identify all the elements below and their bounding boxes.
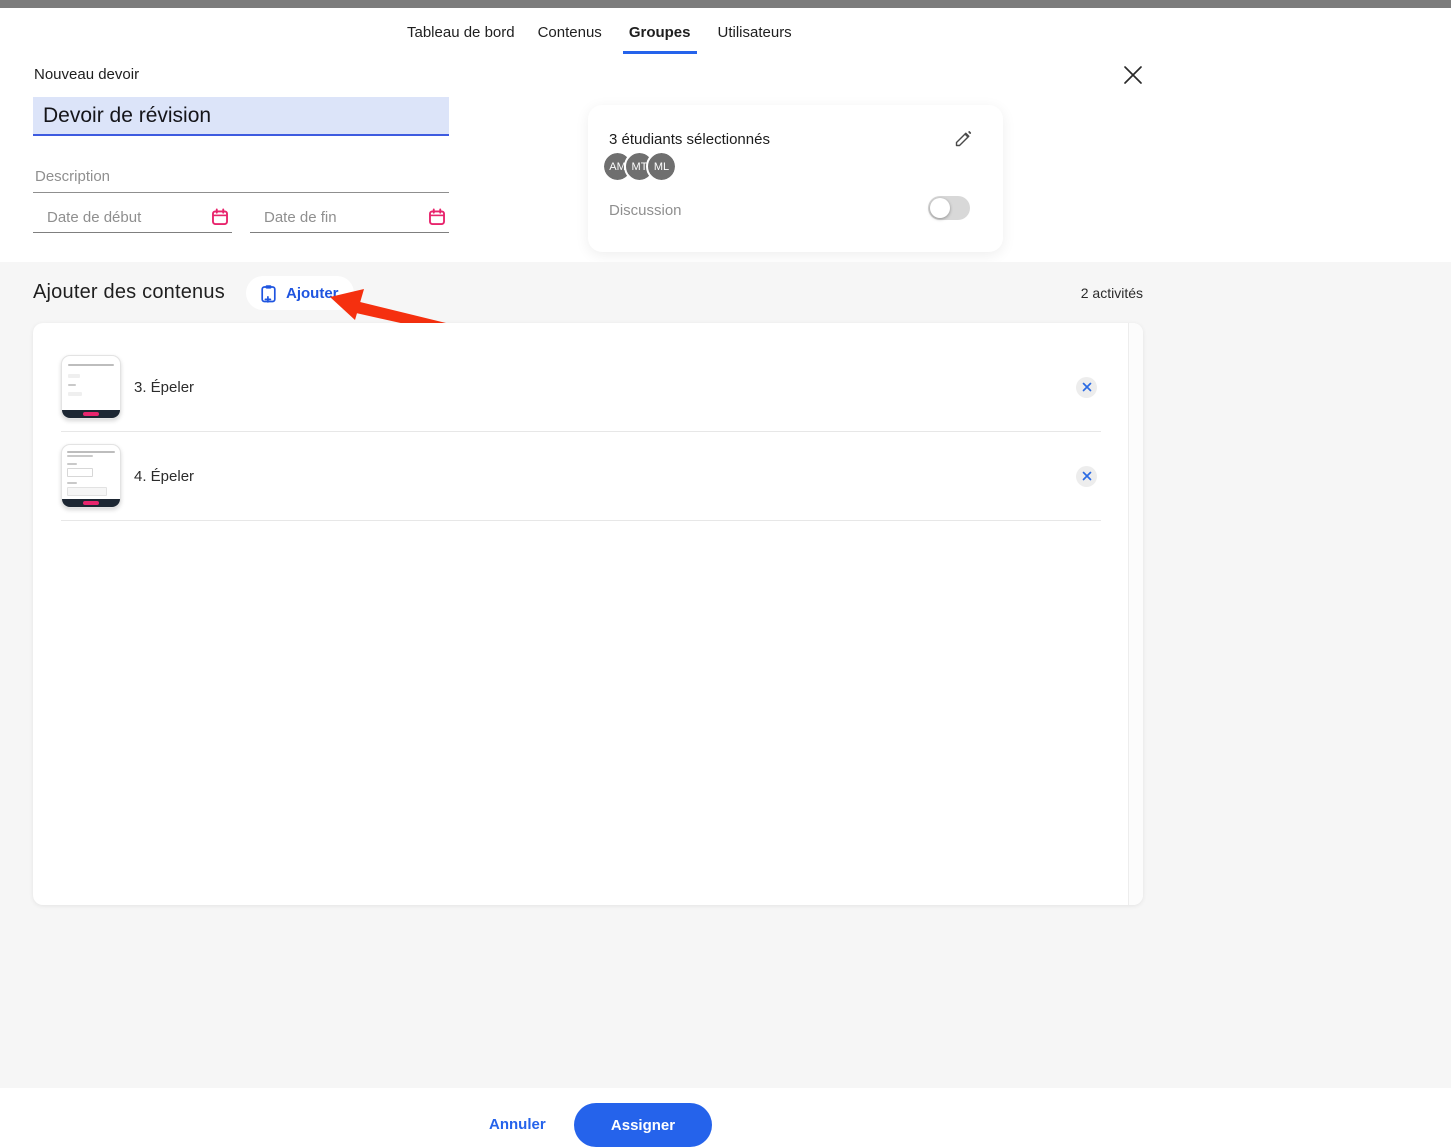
add-content-button[interactable]: Ajouter bbox=[246, 276, 354, 310]
activity-row: 4. Épeler bbox=[61, 432, 1101, 521]
tab-groupes[interactable]: Groupes bbox=[623, 24, 697, 54]
assignment-title-input[interactable] bbox=[33, 97, 449, 136]
student-avatars: AM MT ML bbox=[604, 153, 675, 180]
remove-activity-icon[interactable] bbox=[1076, 466, 1097, 487]
assign-button[interactable]: Assigner bbox=[574, 1103, 712, 1147]
activities-count: 2 activités bbox=[1075, 285, 1143, 301]
toggle-knob bbox=[930, 198, 950, 218]
start-date-field bbox=[33, 203, 232, 233]
thumbnail-pill bbox=[83, 412, 99, 416]
activities-panel: 3. Épeler 4. Épeler bbox=[33, 323, 1143, 905]
contents-heading: Ajouter des contenus bbox=[33, 281, 225, 304]
main-tabs: Tableau de bord Contenus Groupes Utilisa… bbox=[405, 24, 794, 54]
tab-utilisateurs[interactable]: Utilisateurs bbox=[716, 24, 794, 51]
end-date-field bbox=[250, 203, 449, 233]
edit-pencil-icon[interactable] bbox=[953, 129, 973, 149]
discussion-label: Discussion bbox=[609, 202, 682, 219]
calendar-icon[interactable] bbox=[428, 208, 446, 226]
tab-contenus[interactable]: Contenus bbox=[536, 24, 604, 51]
selected-students-card: 3 étudiants sélectionnés AM MT ML Discus… bbox=[588, 105, 1003, 252]
activity-thumbnail bbox=[61, 444, 121, 508]
selected-students-count: 3 étudiants sélectionnés bbox=[609, 131, 770, 148]
avatar: ML bbox=[648, 153, 675, 180]
activity-row: 3. Épeler bbox=[61, 343, 1101, 432]
thumbnail-pill bbox=[83, 501, 99, 505]
remove-activity-icon[interactable] bbox=[1076, 377, 1097, 398]
window-top-bar bbox=[0, 0, 1451, 8]
add-content-label: Ajouter bbox=[286, 285, 339, 302]
calendar-icon[interactable] bbox=[211, 208, 229, 226]
activity-label: 3. Épeler bbox=[134, 379, 194, 396]
start-date-input[interactable] bbox=[33, 203, 232, 232]
activity-label: 4. Épeler bbox=[134, 468, 194, 485]
clipboard-plus-icon bbox=[261, 284, 278, 303]
activity-thumbnail bbox=[61, 355, 121, 419]
end-date-input[interactable] bbox=[250, 203, 449, 232]
description-input[interactable] bbox=[33, 160, 449, 193]
cancel-button[interactable]: Annuler bbox=[489, 1116, 546, 1133]
dialog-footer: Annuler Assigner bbox=[0, 1088, 1451, 1139]
activity-list: 3. Épeler 4. Épeler bbox=[33, 323, 1143, 521]
tab-tableau-de-bord[interactable]: Tableau de bord bbox=[405, 24, 517, 51]
new-assignment-label: Nouveau devoir bbox=[34, 66, 139, 83]
close-icon[interactable] bbox=[1121, 63, 1145, 87]
discussion-toggle[interactable] bbox=[928, 196, 970, 220]
scrollbar-track[interactable] bbox=[1128, 323, 1143, 905]
